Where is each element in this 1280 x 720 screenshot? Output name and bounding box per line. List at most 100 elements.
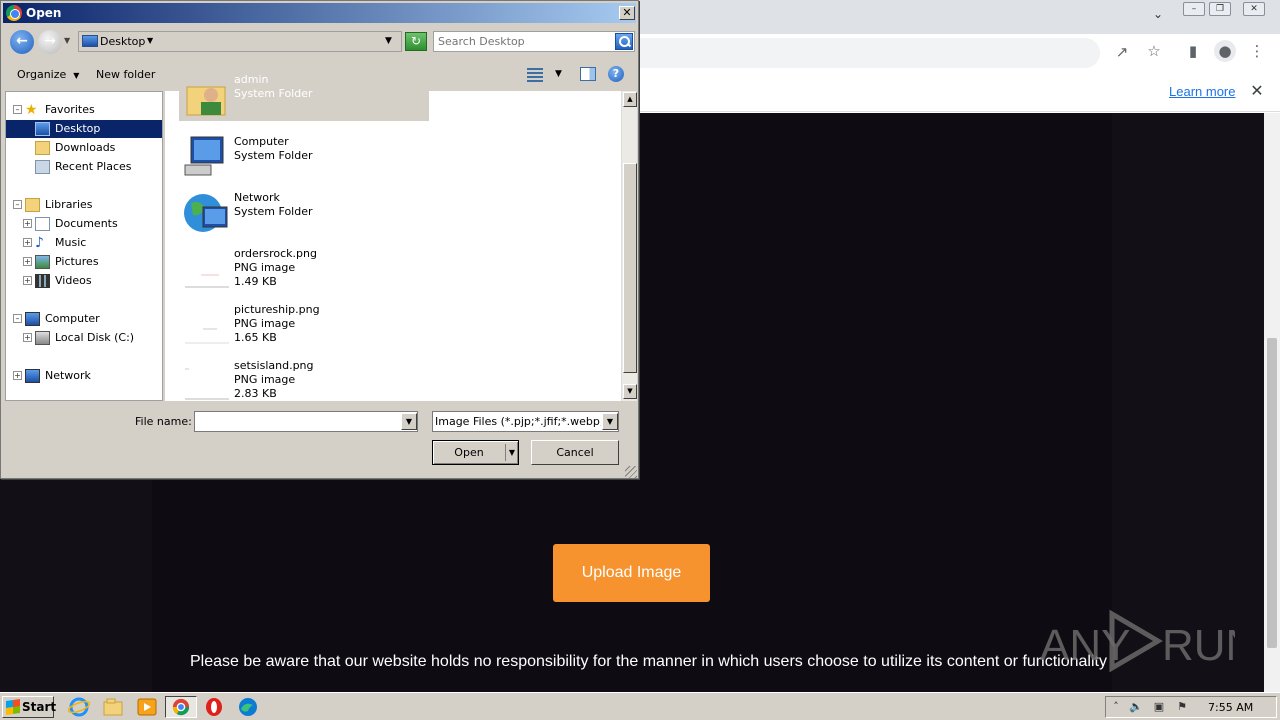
organize-button[interactable]: Organize ▼ bbox=[17, 68, 79, 81]
page-scrollbar-thumb[interactable] bbox=[1267, 338, 1277, 648]
expand-icon[interactable]: + bbox=[23, 219, 32, 228]
collapse-icon[interactable]: – bbox=[13, 314, 22, 323]
open-button[interactable]: Open ▼ bbox=[432, 440, 519, 465]
tree-label: Desktop bbox=[55, 122, 101, 135]
search-icon[interactable] bbox=[615, 33, 633, 50]
open-dropdown-icon[interactable]: ▼ bbox=[505, 444, 518, 461]
expand-icon[interactable]: + bbox=[23, 238, 32, 247]
file-item-admin[interactable]: admin System Folder bbox=[179, 67, 429, 121]
file-name-input[interactable] bbox=[197, 414, 397, 429]
address-bar[interactable]: Desktop ▼ ▼ bbox=[78, 31, 402, 52]
file-item-pictureship[interactable]: pictureship.png PNG image 1.65 KB bbox=[179, 297, 429, 351]
cancel-button[interactable]: Cancel bbox=[531, 440, 619, 465]
tab-search-chevron-icon[interactable]: ⌄ bbox=[1153, 7, 1163, 21]
tree-desktop[interactable]: Desktop bbox=[6, 120, 162, 138]
action-center-flag-icon[interactable]: ⚑ bbox=[1175, 700, 1189, 714]
refresh-icon[interactable]: ↻ bbox=[405, 32, 427, 51]
tree-pictures[interactable]: + Pictures bbox=[6, 253, 162, 271]
media-player-icon[interactable] bbox=[136, 697, 158, 717]
share-icon[interactable]: ↗ bbox=[1111, 41, 1133, 63]
tree-libraries[interactable]: – Libraries bbox=[6, 196, 162, 214]
file-explorer-icon[interactable] bbox=[102, 697, 124, 717]
tree-label: Libraries bbox=[45, 198, 93, 211]
forward-arrow-icon[interactable]: → bbox=[38, 30, 62, 54]
address-dropdown-icon[interactable]: ▼ bbox=[385, 36, 392, 46]
close-icon[interactable]: ✕ bbox=[1248, 81, 1266, 100]
tree-recent-places[interactable]: Recent Places bbox=[6, 158, 162, 176]
new-folder-button[interactable]: New folder bbox=[96, 68, 155, 81]
window-close-button[interactable]: ✕ bbox=[1243, 2, 1265, 16]
preview-pane-icon[interactable] bbox=[580, 67, 596, 81]
file-size: 1.65 KB bbox=[234, 331, 277, 344]
collapse-icon[interactable]: – bbox=[13, 200, 22, 209]
minimize-button[interactable]: – bbox=[1183, 2, 1205, 16]
upload-image-button[interactable]: Upload Image bbox=[553, 544, 710, 602]
expand-icon[interactable]: + bbox=[23, 257, 32, 266]
restore-button[interactable]: ❐ bbox=[1209, 2, 1231, 16]
navigation-pane[interactable]: – ★ Favorites Desktop Downloads Recent P… bbox=[5, 91, 163, 401]
view-dropdown-icon[interactable]: ▼ bbox=[555, 69, 562, 79]
tree-downloads[interactable]: Downloads bbox=[6, 139, 162, 157]
dialog-title: Open bbox=[26, 6, 62, 20]
chevron-down-icon[interactable]: ▼ bbox=[401, 413, 417, 430]
recent-places-icon bbox=[35, 160, 50, 174]
collapse-icon[interactable]: – bbox=[13, 105, 22, 114]
scroll-up-icon[interactable]: ▲ bbox=[623, 92, 637, 107]
dialog-close-button[interactable]: ✕ bbox=[619, 6, 635, 20]
file-item-computer[interactable]: Computer System Folder bbox=[179, 129, 429, 183]
address-segment[interactable]: Desktop bbox=[100, 35, 145, 48]
back-arrow-icon[interactable]: ← bbox=[10, 30, 34, 54]
network-status-icon[interactable]: ▣ bbox=[1152, 700, 1166, 714]
breadcrumb-chevron-icon[interactable]: ▼ bbox=[147, 36, 153, 45]
profile-icon[interactable]: ● bbox=[1214, 40, 1236, 62]
file-type: PNG image bbox=[234, 261, 296, 274]
scroll-down-icon[interactable]: ▼ bbox=[623, 384, 637, 399]
star-icon[interactable]: ☆ bbox=[1143, 40, 1165, 62]
tree-computer[interactable]: – Computer bbox=[6, 310, 162, 328]
tree-documents[interactable]: + Documents bbox=[6, 215, 162, 233]
start-button[interactable]: Start bbox=[2, 696, 56, 718]
page-scrollbar[interactable] bbox=[1264, 113, 1280, 692]
opera-icon[interactable] bbox=[203, 697, 225, 717]
side-panel-icon[interactable]: ▮ bbox=[1182, 40, 1204, 62]
chevron-down-icon[interactable]: ▼ bbox=[602, 413, 618, 430]
file-item-ordersrock[interactable]: ordersrock.png PNG image 1.49 KB bbox=[179, 241, 429, 295]
edge-icon[interactable] bbox=[237, 697, 259, 717]
file-type-select[interactable]: Image Files (*.pjp;*.jfif;*.webp;* ▼ bbox=[432, 411, 619, 432]
volume-icon[interactable]: 🔈 bbox=[1129, 700, 1143, 714]
learn-more-link[interactable]: Learn more bbox=[1169, 84, 1235, 99]
search-input[interactable] bbox=[438, 34, 613, 49]
kebab-menu-icon[interactable]: ⋮ bbox=[1246, 40, 1268, 62]
file-list-scrollbar-thumb[interactable] bbox=[623, 163, 637, 373]
clock[interactable]: 7:55 AM bbox=[1208, 701, 1253, 714]
file-list[interactable]: admin System Folder Computer System Fold… bbox=[165, 67, 637, 401]
expand-icon[interactable]: + bbox=[23, 276, 32, 285]
show-hidden-icons-icon[interactable]: ˄ bbox=[1109, 700, 1123, 714]
tree-favorites[interactable]: – ★ Favorites bbox=[6, 101, 162, 119]
computer-icon bbox=[25, 312, 40, 326]
file-name: pictureship.png bbox=[234, 303, 320, 316]
tree-videos[interactable]: + Videos bbox=[6, 272, 162, 290]
internet-explorer-icon[interactable] bbox=[68, 697, 90, 717]
chrome-icon bbox=[172, 698, 190, 716]
taskbar-chrome-button[interactable] bbox=[165, 696, 197, 718]
history-chevron-icon[interactable]: ▼ bbox=[64, 36, 70, 45]
tree-music[interactable]: + ♪ Music bbox=[6, 234, 162, 252]
omnibox[interactable] bbox=[640, 38, 1100, 68]
expand-icon[interactable]: + bbox=[13, 371, 22, 380]
file-list-scrollbar[interactable]: ▲ ▼ bbox=[621, 91, 637, 401]
tree-local-disk[interactable]: + Local Disk (C:) bbox=[6, 329, 162, 347]
help-icon[interactable]: ? bbox=[608, 66, 624, 82]
tree-network[interactable]: + Network bbox=[6, 367, 162, 385]
file-name: setsisland.png bbox=[234, 359, 314, 372]
search-box[interactable] bbox=[433, 31, 635, 52]
file-name-combobox[interactable]: ▼ bbox=[194, 411, 418, 432]
file-item-network[interactable]: Network System Folder bbox=[179, 185, 429, 239]
png-thumbnail-icon bbox=[185, 253, 229, 288]
file-item-setsisland[interactable]: setsisland.png PNG image 2.83 KB bbox=[179, 353, 429, 407]
computer-icon bbox=[184, 136, 224, 176]
dialog-titlebar[interactable]: Open ✕ bbox=[3, 3, 636, 23]
expand-icon[interactable]: + bbox=[23, 333, 32, 342]
resize-grip-icon[interactable] bbox=[625, 466, 637, 478]
change-view-icon[interactable] bbox=[527, 68, 543, 82]
